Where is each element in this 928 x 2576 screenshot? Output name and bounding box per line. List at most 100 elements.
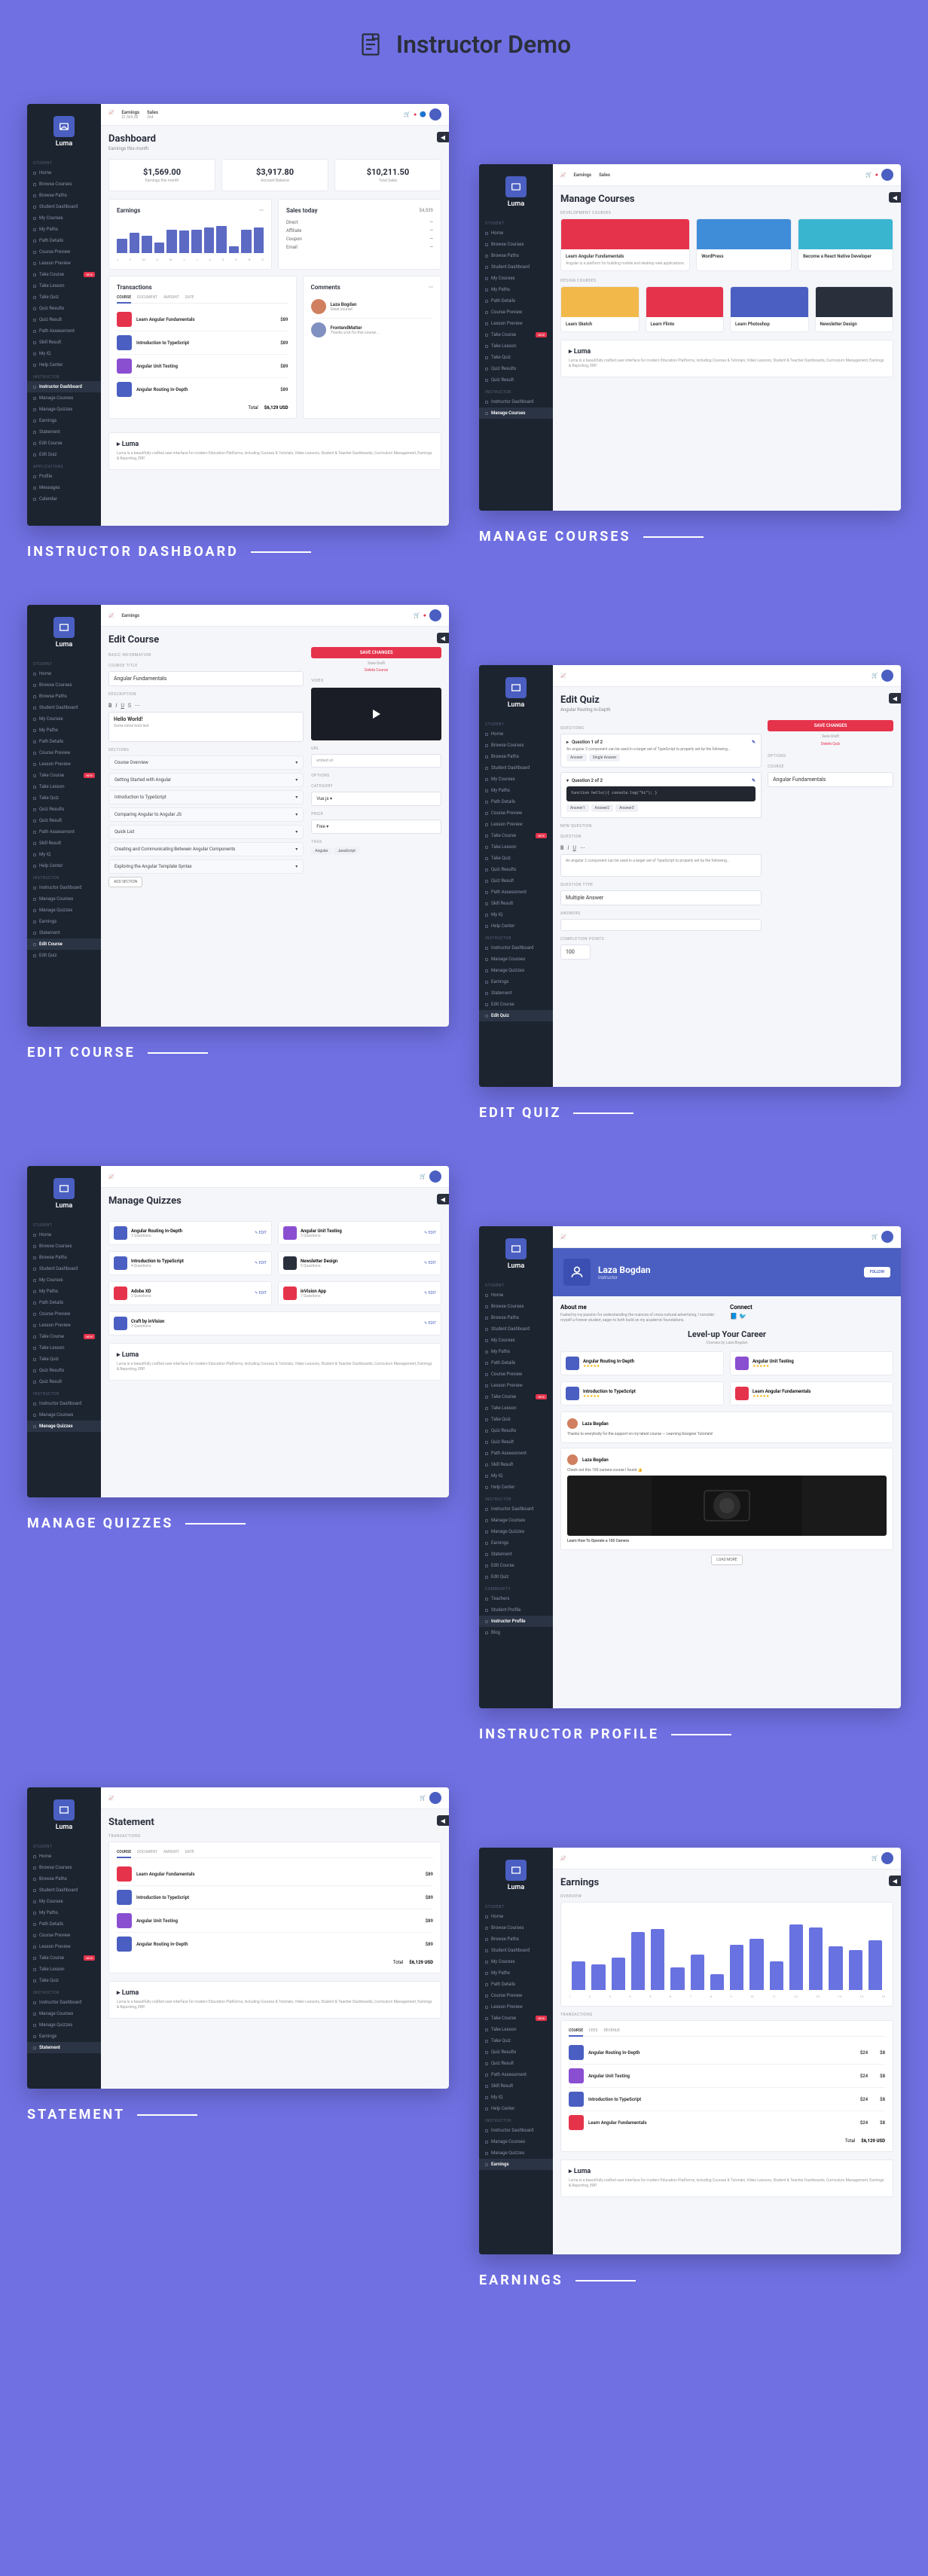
section-item[interactable]: Creating and Communicating Between Angul…: [108, 842, 304, 856]
sidebar-item[interactable]: Earnings: [479, 1537, 553, 1549]
sidebar-item[interactable]: Manage Quizzes: [479, 1526, 553, 1537]
sidebar-item[interactable]: My Paths: [27, 725, 101, 736]
sidebar-item[interactable]: My Paths: [27, 1286, 101, 1297]
sidebar-item[interactable]: Quiz Results: [27, 804, 101, 815]
sidebar-item[interactable]: Home: [27, 668, 101, 679]
sidebar-item[interactable]: Path Assessment: [27, 826, 101, 838]
sidebar-item[interactable]: My Courses: [479, 774, 553, 785]
sidebar-item[interactable]: Browse Paths: [27, 1252, 101, 1263]
sidebar-item[interactable]: My Courses: [27, 713, 101, 725]
sidebar-item[interactable]: Quiz Result: [479, 875, 553, 887]
sidebar-item[interactable]: My Courses: [27, 212, 101, 224]
sidebar-item[interactable]: Earnings: [27, 916, 101, 927]
flag-icon[interactable]: 🔵: [420, 111, 426, 118]
sidebar-item[interactable]: Manage Courses: [479, 1515, 553, 1526]
sidebar-item[interactable]: Edit Course: [27, 438, 101, 449]
sidebar-item[interactable]: Path Details: [27, 1918, 101, 1930]
sidebar-item[interactable]: My Paths: [479, 785, 553, 796]
sidebar-item[interactable]: Student Dashboard: [479, 1945, 553, 1956]
sidebar-item[interactable]: Instructor Dashboard: [479, 396, 553, 407]
sidebar-item[interactable]: Instructor Dashboard: [479, 1503, 553, 1515]
sidebar-item[interactable]: Profile: [27, 471, 101, 482]
sidebar-item[interactable]: Manage Quizzes: [479, 965, 553, 976]
section-item[interactable]: Course Overview▾: [108, 755, 304, 770]
sidebar-item[interactable]: Earnings: [27, 415, 101, 426]
sidebar-item[interactable]: Path Assessment: [479, 1448, 553, 1459]
sidebar-item[interactable]: Manage Courses: [479, 2136, 553, 2147]
cart-icon[interactable]: 🛒: [404, 111, 411, 118]
sidebar-item[interactable]: Take Lesson: [479, 2024, 553, 2035]
drawer-toggle[interactable]: ◀: [889, 192, 901, 203]
sidebar-item[interactable]: Home: [479, 728, 553, 740]
sidebar-item[interactable]: Lesson Preview: [479, 2001, 553, 2013]
sidebar-item[interactable]: Path Details: [27, 235, 101, 246]
sidebar-item[interactable]: My Paths: [479, 1346, 553, 1357]
earnings-row[interactable]: Angular Routing In-Depth$24$8: [569, 2041, 885, 2065]
sidebar-item[interactable]: Statement: [479, 987, 553, 999]
section-item[interactable]: Comparing Angular to Angular JS▾: [108, 807, 304, 822]
sidebar-item[interactable]: Instructor Dashboard: [479, 942, 553, 954]
statement-row[interactable]: Introduction to TypeScript$89: [117, 1886, 433, 1909]
sidebar-item[interactable]: Path Details: [27, 736, 101, 747]
sidebar-item[interactable]: Manage Quizzes: [27, 404, 101, 415]
sidebar-item[interactable]: Browse Paths: [479, 1934, 553, 1945]
sidebar-item[interactable]: My IQ: [479, 1470, 553, 1482]
sidebar-item[interactable]: Browse Paths: [479, 1312, 553, 1323]
course-card[interactable]: Learn Sketch: [560, 286, 640, 332]
section-item[interactable]: Exploring the Angular Template Syntax▾: [108, 859, 304, 874]
course-card[interactable]: Introduction to TypeScript★★★★★: [560, 1381, 724, 1406]
sidebar-item[interactable]: Take Quiz: [27, 1354, 101, 1365]
sidebar-item[interactable]: My IQ: [479, 2092, 553, 2103]
sidebar-item[interactable]: Manage Quizzes: [27, 1421, 101, 1432]
sidebar-item[interactable]: Skill Result: [27, 337, 101, 348]
sidebar-item[interactable]: Statement: [27, 927, 101, 939]
sidebar-item[interactable]: My Paths: [479, 1967, 553, 1979]
sidebar-item[interactable]: Home: [479, 227, 553, 239]
course-card[interactable]: Angular Unit Testing★★★★★: [730, 1351, 893, 1375]
drawer-toggle[interactable]: ◀: [437, 132, 449, 142]
transaction-row[interactable]: Introduction to TypeScript$89: [117, 331, 288, 355]
sidebar-item[interactable]: Take Lesson: [479, 340, 553, 352]
sidebar-item[interactable]: Quiz Results: [479, 1425, 553, 1436]
sidebar-item[interactable]: Manage Courses: [27, 1409, 101, 1421]
quiz-card[interactable]: Introduction to TypeScript4 Questions✎ E…: [108, 1251, 272, 1275]
quiz-card[interactable]: Newsletter Design5 Questions✎ EDIT: [278, 1251, 441, 1275]
quiz-card[interactable]: Craft by inVision3 Questions✎ EDIT: [108, 1311, 441, 1335]
avatar[interactable]: [429, 108, 441, 121]
course-title-input[interactable]: Angular Fundamentals: [108, 671, 304, 686]
sidebar-item[interactable]: Lesson Preview: [27, 1320, 101, 1331]
course-card[interactable]: WordPress: [696, 218, 792, 271]
sidebar-item[interactable]: Take Quiz: [479, 2035, 553, 2046]
quiz-card[interactable]: Angular Routing In-Depth3 Questions✎ EDI…: [108, 1221, 272, 1245]
section-item[interactable]: Quick List▾: [108, 825, 304, 839]
earnings-row[interactable]: Learn Angular Fundamentals$24$8: [569, 2111, 885, 2134]
sidebar-item[interactable]: Path Assessment: [479, 887, 553, 898]
sidebar-item[interactable]: Take CourseNEW: [479, 2013, 553, 2024]
course-card[interactable]: Newsletter Design: [815, 286, 894, 332]
sidebar-item[interactable]: Instructor Dashboard: [27, 1398, 101, 1409]
add-section-button[interactable]: ADD SECTION: [108, 877, 142, 887]
sidebar-item[interactable]: Browse Courses: [479, 239, 553, 250]
sidebar-item[interactable]: Path Details: [479, 1357, 553, 1369]
sidebar-item[interactable]: Take Quiz: [27, 1975, 101, 1986]
sidebar-item[interactable]: Browse Courses: [479, 1922, 553, 1934]
sidebar-item[interactable]: Quiz Result: [479, 374, 553, 386]
course-card[interactable]: Learn Flinto: [646, 286, 725, 332]
video-preview[interactable]: [311, 688, 441, 740]
load-more-button[interactable]: LOAD MORE: [711, 1555, 742, 1565]
sidebar-item[interactable]: Edit Course: [479, 1560, 553, 1571]
sidebar-item[interactable]: Student Dashboard: [27, 1263, 101, 1274]
sidebar-item[interactable]: Edit Quiz: [479, 1010, 553, 1021]
sidebar-item[interactable]: Earnings: [27, 2031, 101, 2042]
sidebar-item[interactable]: Take CourseNEW: [479, 329, 553, 340]
sidebar-item[interactable]: Edit Course: [479, 999, 553, 1010]
sidebar-item[interactable]: Quiz Result: [479, 2058, 553, 2069]
sidebar-item[interactable]: Help Center: [479, 1482, 553, 1493]
sidebar-item[interactable]: Manage Courses: [27, 2008, 101, 2019]
statement-row[interactable]: Learn Angular Fundamentals$89: [117, 1863, 433, 1886]
sidebar-item[interactable]: My Paths: [27, 224, 101, 235]
sidebar-item[interactable]: Lesson Preview: [27, 758, 101, 770]
sidebar-item[interactable]: Lesson Preview: [479, 318, 553, 329]
course-card[interactable]: Angular Routing In-Depth★★★★★: [560, 1351, 724, 1375]
sidebar-item[interactable]: Calendar: [27, 493, 101, 505]
